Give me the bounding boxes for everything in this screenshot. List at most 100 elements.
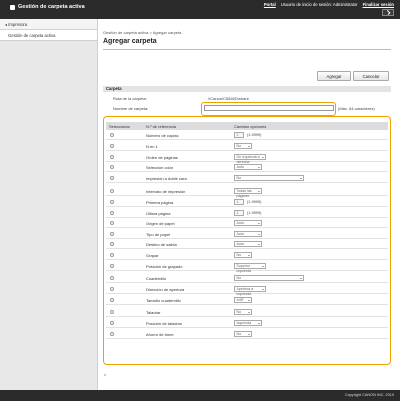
option-label: Última página [146, 211, 171, 216]
option-label: Primera página [146, 200, 174, 205]
chevron-down-icon [247, 299, 250, 301]
option-dropdown[interactable]: Auto [234, 220, 262, 226]
option-row: Intervalo de impresión Todas las páginas [106, 187, 388, 198]
option-range: (1-9999) [247, 211, 262, 215]
chevron-down-icon [257, 166, 260, 168]
option-row: Primera página 1 (1-9999) [106, 198, 388, 207]
option-select-checkbox[interactable] [110, 189, 114, 193]
breadcrumb[interactable]: Gestión de carpeta activa > Agregar carp… [103, 30, 181, 35]
logout-arrow-icon [385, 10, 391, 15]
option-dropdown[interactable]: No [234, 252, 252, 258]
option-select-checkbox[interactable] [110, 310, 114, 314]
option-select-checkbox[interactable] [110, 211, 114, 215]
option-label: Posición de grapado [146, 264, 183, 269]
login-user: Usuario de inicio de sesión: Administrat… [280, 2, 358, 7]
option-row: Taladrar No [106, 308, 388, 317]
option-select-checkbox[interactable] [110, 232, 114, 236]
add-button[interactable]: Agregar [317, 71, 351, 81]
option-select-checkbox[interactable] [110, 287, 114, 291]
chevron-down-icon [247, 145, 250, 147]
col-select: Seleccionar [109, 124, 130, 129]
option-row: Orden de páginas De izquierda a derecha [106, 153, 388, 164]
chevron-down-icon [261, 156, 264, 158]
option-label: Origen de papel [146, 221, 175, 226]
option-dropdown[interactable]: No [234, 275, 304, 281]
chevron-down-icon [299, 277, 302, 279]
option-select-checkbox[interactable] [110, 242, 114, 246]
portal-link[interactable]: Portal [264, 2, 276, 7]
option-row: Número de copias 1 (1-9999) [106, 131, 388, 140]
title-divider [103, 49, 391, 50]
chevron-down-icon [261, 288, 264, 290]
option-row: Tamaño cuadernillo A4R [106, 296, 388, 305]
logout-button[interactable] [382, 9, 394, 16]
option-dropdown[interactable]: No [234, 331, 252, 337]
sidebar-item-active-folder[interactable]: Gestión de carpeta activa [0, 30, 97, 41]
path-value: \\Canon\C5840D\share [208, 96, 249, 101]
logout-link[interactable]: Finalizar sesión [363, 2, 394, 7]
option-dropdown[interactable]: Izquierda [234, 320, 262, 326]
option-label: Ahorro de tóner [146, 332, 174, 337]
option-row: Posición de taladros Izquierda [106, 319, 388, 328]
option-dropdown[interactable]: No [234, 309, 252, 315]
option-row: Dirección de apertura Apertura a izquierd… [106, 285, 388, 296]
option-select-checkbox[interactable] [110, 155, 114, 159]
option-dropdown[interactable]: No [234, 143, 252, 149]
chevron-down-icon [247, 254, 250, 256]
option-dropdown[interactable]: Todas las páginas [234, 188, 262, 198]
top-bar: Gestión de carpeta activa Portal Usuario… [0, 0, 400, 19]
options-table-header: Seleccionar N.º de referencia Cambiar op… [106, 122, 388, 130]
option-row: Tipo de papel Auto [106, 230, 388, 239]
option-dropdown[interactable]: Auto [234, 231, 262, 237]
path-label: Ruta de la carpeta: [113, 96, 147, 101]
option-range: (1-9999) [247, 200, 262, 204]
chevron-down-icon [257, 190, 260, 192]
option-row: N en 1 No [106, 142, 388, 151]
option-row: Posición de grapado Superior izquierda [106, 262, 388, 273]
chevrons-up-icon[interactable]: ⌃ [103, 374, 107, 380]
option-row: Origen de papel Auto [106, 219, 388, 228]
option-row: Última página 1 (1-9999) [106, 209, 388, 218]
cancel-button[interactable]: Cancelar [353, 71, 389, 81]
name-label: Nombre de carpeta: [113, 106, 149, 111]
folder-section-title: Carpeta [103, 86, 391, 92]
option-dropdown[interactable]: Apertura a izquierda [234, 286, 266, 296]
option-label: Impresión a doble cara [146, 176, 187, 181]
option-dropdown[interactable]: Superior izquierda [234, 263, 266, 273]
option-select-checkbox[interactable] [110, 176, 114, 180]
option-label: Posición de taladros [146, 321, 183, 326]
option-select-checkbox[interactable] [110, 144, 114, 148]
app-icon [10, 4, 15, 10]
option-select-checkbox[interactable] [110, 200, 114, 204]
chevron-down-icon [257, 222, 260, 224]
option-select-checkbox[interactable] [110, 253, 114, 257]
option-select-checkbox[interactable] [110, 276, 114, 280]
option-dropdown[interactable]: Auto [234, 164, 262, 170]
sidebar-back-printer[interactable]: ◂ Impresora [0, 19, 97, 30]
option-select-checkbox[interactable] [110, 332, 114, 336]
option-select-checkbox[interactable] [110, 264, 114, 268]
option-number-input[interactable]: 1 [234, 132, 244, 138]
option-number-input[interactable]: 1 [234, 199, 244, 205]
option-number-input[interactable]: 1 [234, 210, 244, 216]
page-title: Agregar carpeta [103, 38, 157, 45]
option-label: Grapar [146, 253, 159, 258]
folder-name-input[interactable] [204, 105, 334, 111]
option-select-checkbox[interactable] [110, 221, 114, 225]
option-label: Selección color [146, 165, 174, 170]
option-select-checkbox[interactable] [110, 298, 114, 302]
option-select-checkbox[interactable] [110, 133, 114, 137]
option-select-checkbox[interactable] [110, 165, 114, 169]
option-select-checkbox[interactable] [110, 321, 114, 325]
option-dropdown[interactable]: No [234, 175, 304, 181]
option-row: Selección color Auto [106, 163, 388, 172]
option-dropdown[interactable]: De izquierda a derecha [234, 154, 266, 164]
chevron-down-icon [299, 177, 302, 179]
col-ref: N.º de referencia [146, 124, 176, 129]
option-range: (1-9999) [247, 133, 262, 137]
option-dropdown[interactable]: Auto [234, 241, 262, 247]
option-dropdown[interactable]: A4R [234, 297, 252, 303]
option-label: Tamaño cuadernillo [146, 298, 181, 303]
copyright: Copyright CANON INC. 2019 [344, 393, 394, 397]
option-label: Número de copias [146, 133, 179, 138]
